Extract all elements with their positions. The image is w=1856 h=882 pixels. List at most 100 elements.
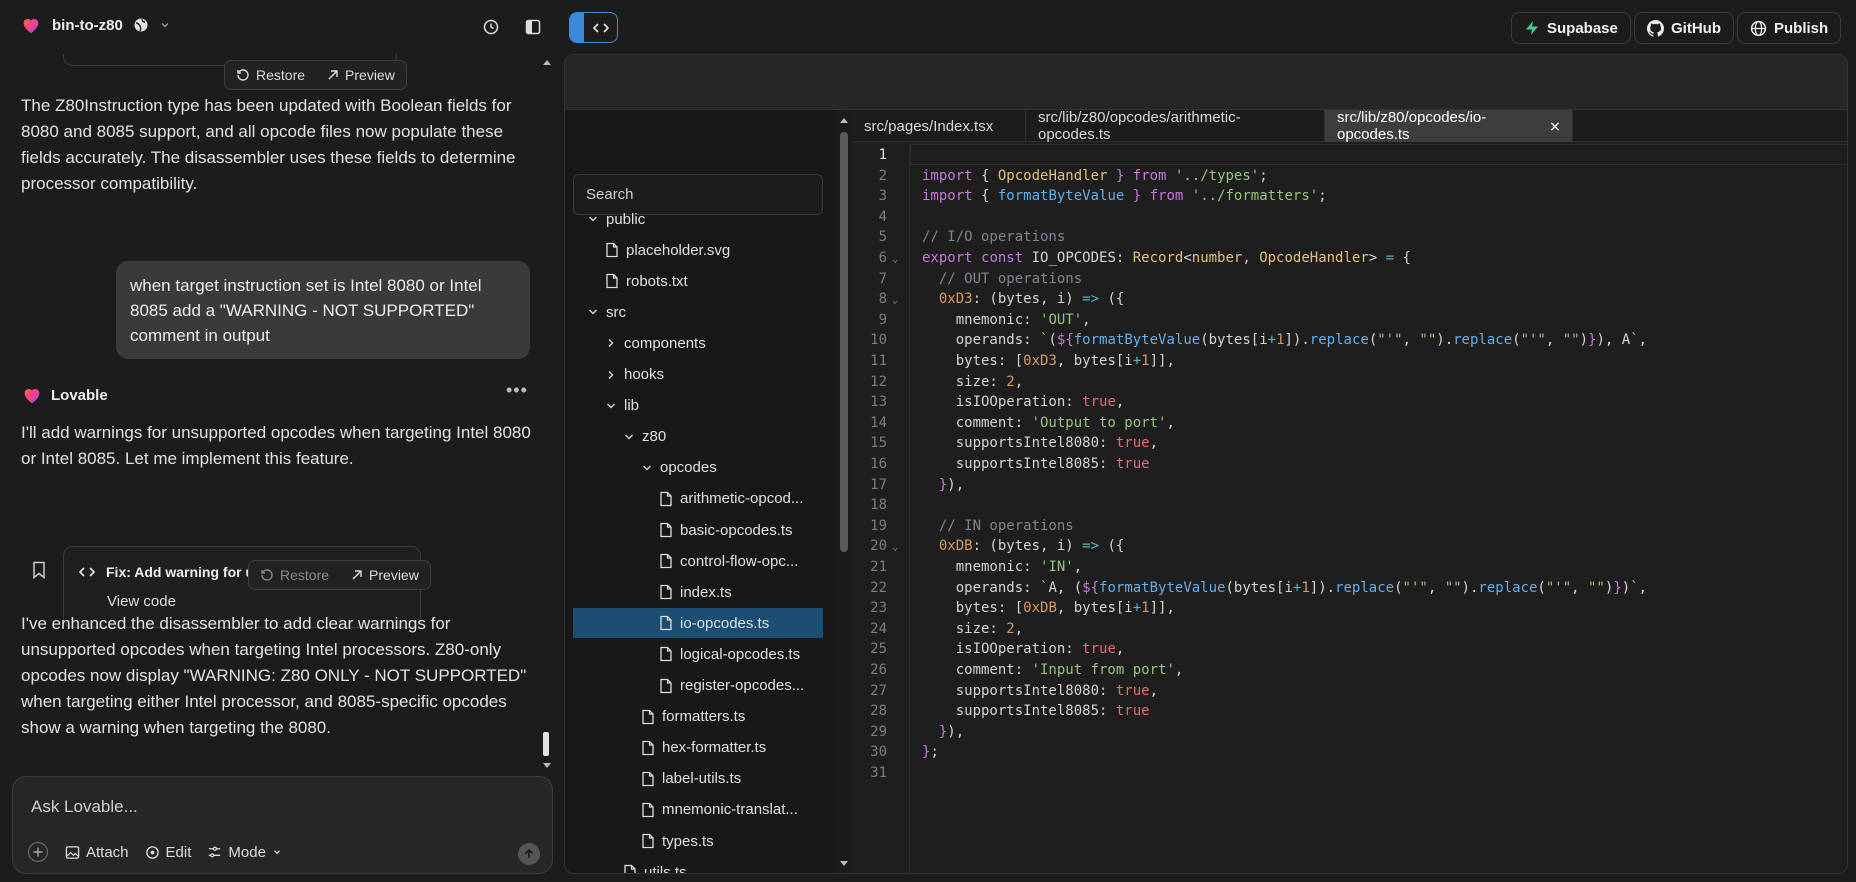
chevron-down-icon — [588, 216, 598, 222]
line-number: 23 — [870, 600, 887, 617]
line-number: 9 — [878, 311, 887, 328]
file-icon — [606, 242, 618, 258]
restore-preview-bar: Restore Preview — [248, 560, 431, 590]
arrow-up-right-icon — [328, 70, 338, 80]
scroll-up-arrow-icon[interactable] — [839, 116, 849, 124]
chevron-down-icon — [273, 850, 280, 855]
bookmark-icon[interactable] — [31, 561, 47, 579]
code-line: size: 2, — [922, 373, 1024, 390]
file-tree-item[interactable]: opcodes — [641, 453, 717, 483]
file-tree-item[interactable]: basic-opcodes.ts — [659, 515, 793, 545]
file-tree-label: src — [606, 303, 626, 321]
file-tree-item[interactable]: types.ts — [641, 826, 714, 856]
edit-button[interactable]: Edit — [145, 844, 191, 861]
chevron-right-icon — [608, 339, 614, 348]
file-tree-item[interactable]: components — [605, 328, 706, 358]
file-tree-item[interactable]: placeholder.svg — [605, 235, 730, 265]
file-tree-item[interactable]: z80 — [623, 422, 666, 452]
file-tree-item[interactable]: register-opcodes... — [659, 671, 804, 701]
code-line: bytes: [0xD3, bytes[i+1]], — [922, 353, 1175, 369]
close-icon[interactable] — [1550, 121, 1560, 132]
file-tree-item[interactable]: arithmetic-opcod... — [659, 484, 803, 514]
file-tree-item[interactable]: index.ts — [659, 577, 732, 607]
file-icon — [642, 709, 654, 724]
preview-button[interactable]: Preview — [316, 67, 406, 83]
line-number: 1 — [878, 147, 887, 163]
file-tree-item[interactable]: io-opcodes.ts — [573, 608, 823, 639]
scroll-down-arrow-icon[interactable] — [542, 762, 552, 770]
assistant-name: Lovable — [51, 386, 108, 404]
restore-icon — [261, 569, 273, 581]
send-button[interactable] — [518, 843, 540, 865]
user-message: when target instruction set is Intel 808… — [116, 261, 530, 359]
globe-icon — [134, 18, 148, 32]
file-tree-item[interactable]: utils.ts — [623, 857, 687, 874]
code-line: isIOOperation: true, — [922, 641, 1125, 658]
file-tree-item[interactable]: label-utils.ts — [641, 764, 741, 794]
code-line: supportsIntel8085: true — [922, 456, 1150, 472]
file-tree-item[interactable]: hex-formatter.ts — [641, 733, 766, 763]
code-line: supportsIntel8080: true, — [922, 682, 1159, 699]
sidebar-toggle-icon[interactable] — [522, 16, 544, 38]
restore-button[interactable]: Restore — [249, 567, 340, 583]
chat-input[interactable]: Ask Lovable... Attach Edit Mode — [12, 776, 553, 874]
attach-button[interactable]: Attach — [65, 844, 129, 861]
file-icon — [660, 647, 672, 662]
file-tree-item[interactable]: src — [587, 297, 626, 327]
code-line: 0xD3: (bytes, i) => ({ — [938, 291, 1125, 308]
arrow-up-icon — [524, 848, 534, 858]
code-view-toggle[interactable] — [569, 12, 618, 43]
publish-button[interactable]: Publish — [1737, 12, 1842, 44]
scroll-down-arrow-icon[interactable] — [839, 860, 849, 868]
file-tree-scrollbar[interactable] — [836, 110, 852, 873]
tab-io-opcodes[interactable]: src/lib/z80/opcodes/io-opcodes.ts — [1325, 109, 1573, 143]
project-switcher[interactable]: bin-to-z80 — [20, 14, 171, 36]
file-tree-item[interactable]: robots.txt — [605, 266, 688, 296]
code-line: operands: `(${formatByteValue(bytes[i+1]… — [922, 332, 1648, 349]
restore-button[interactable]: Restore — [225, 67, 316, 83]
mode-dropdown[interactable]: Mode — [207, 844, 282, 861]
file-tree-item[interactable]: control-flow-opc... — [659, 546, 798, 576]
file-tree-item[interactable]: public — [587, 204, 645, 234]
code-line: }; — [922, 744, 939, 761]
line-number: 3 — [878, 188, 887, 205]
file-tree-label: formatters.ts — [662, 708, 746, 726]
fold-chevron-icon[interactable]: ⌄ — [892, 542, 898, 553]
file-icon — [660, 585, 672, 600]
line-number: 17 — [870, 476, 887, 493]
code-line: import { OpcodeHandler } from '../types'… — [922, 167, 1268, 184]
chevron-down-icon — [161, 23, 169, 28]
scroll-up-arrow-icon[interactable] — [542, 58, 552, 66]
view-code-link[interactable]: View code — [107, 593, 176, 610]
code-content[interactable]: 1 2 3 4 5 6 ⌄ 7 8 ⌄ 9 10 11 12 13 14 15 16 17 18 19 20 ⌄ 21 22 23… — [852, 142, 1847, 873]
file-tree-item[interactable]: logical-opcodes.ts — [659, 639, 800, 669]
line-number-gutter: 1 2 3 4 5 6 ⌄ 7 8 ⌄ 9 10 11 12 13 14 15 16 17 18 19 20 ⌄ 21 22 23… — [852, 142, 910, 873]
fold-chevron-icon[interactable]: ⌄ — [892, 295, 898, 306]
tab-arithmetic-opcodes[interactable]: src/lib/z80/opcodes/arithmetic-opcodes.t… — [1026, 109, 1325, 143]
file-tree-item[interactable]: hooks — [605, 360, 664, 390]
file-tree-label: index.ts — [680, 583, 732, 601]
github-icon — [1647, 19, 1664, 37]
file-tree-label: utils.ts — [644, 863, 687, 874]
supabase-button[interactable]: Supabase — [1511, 12, 1631, 44]
code-line: // OUT operations — [922, 270, 1083, 287]
chat-scrollbar-thumb[interactable] — [543, 732, 549, 756]
fold-chevron-icon[interactable]: ⌄ — [892, 254, 898, 265]
restore-icon — [237, 69, 249, 81]
file-tree-item[interactable]: mnemonic-translat... — [641, 795, 798, 825]
github-button[interactable]: GitHub — [1634, 12, 1734, 44]
line-number: 21 — [870, 559, 887, 575]
file-tree-item[interactable]: formatters.ts — [641, 702, 745, 732]
code-line: comment: 'Input from port', — [922, 662, 1184, 678]
more-options-icon[interactable]: ••• — [506, 380, 528, 401]
heart-logo-icon — [24, 389, 40, 404]
tab-index-tsx[interactable]: src/pages/Index.tsx — [852, 110, 1026, 142]
file-tree-label: robots.txt — [626, 272, 688, 290]
file-tree-item[interactable]: lib — [605, 391, 639, 421]
globe-icon — [1750, 20, 1767, 36]
chevron-down-icon — [606, 403, 616, 409]
preview-button[interactable]: Preview — [340, 567, 430, 583]
plus-circle-icon[interactable] — [27, 841, 49, 863]
scrollbar-thumb[interactable] — [840, 132, 848, 552]
history-icon[interactable] — [480, 16, 502, 38]
